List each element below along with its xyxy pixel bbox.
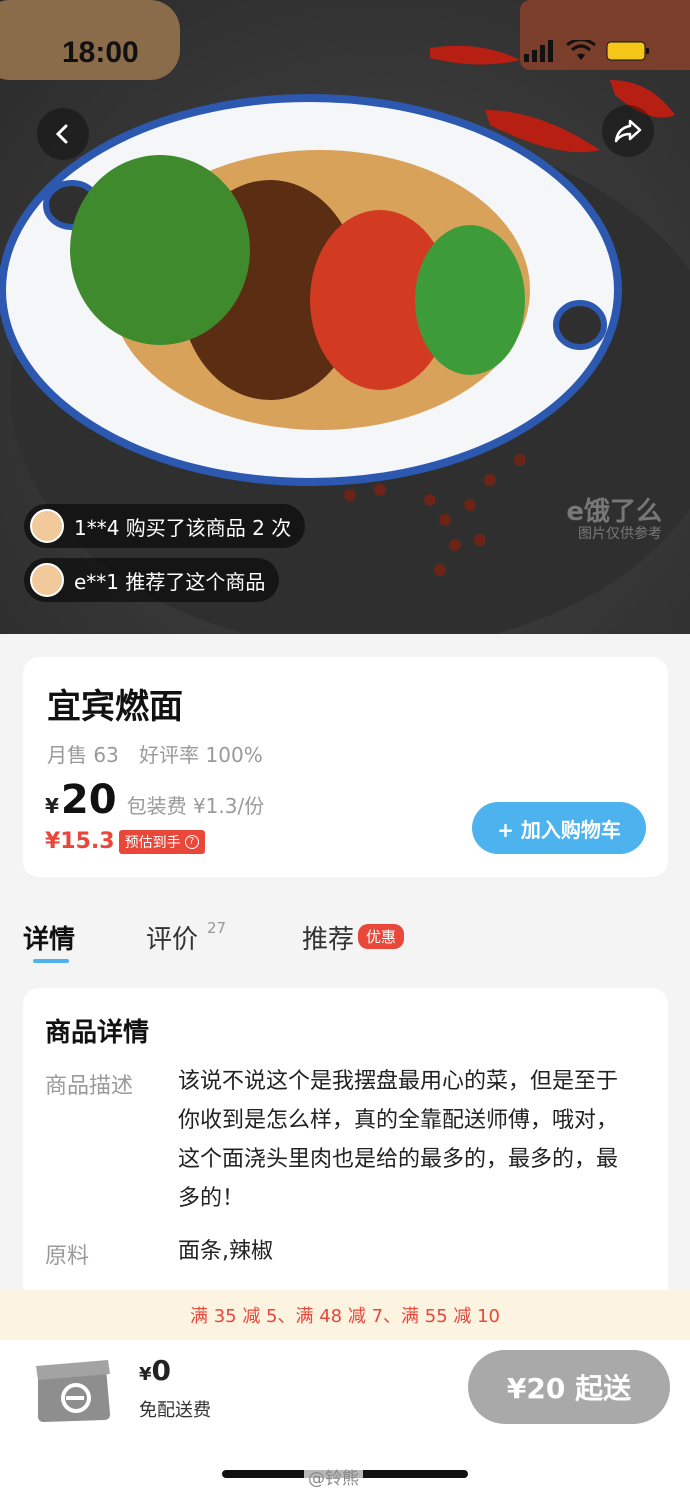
price-row: ¥ 20 包装费 ¥1.3/份 — [45, 777, 264, 823]
question-icon: ? — [184, 834, 199, 849]
monthly-sales: 月售 63 — [47, 743, 119, 767]
cart-total-value: 0 — [151, 1354, 172, 1387]
status-time: 18:00 — [62, 36, 139, 69]
description-value: 该说不说这个是我摆盘最用心的菜，但是至于你收到是怎么样，真的全靠配送师傅，哦对，… — [178, 1069, 619, 1211]
back-button[interactable] — [37, 108, 89, 160]
signal-icon — [524, 40, 556, 66]
tab-reviews[interactable]: 评价 — [146, 919, 198, 956]
cart-button[interactable] — [32, 1348, 114, 1432]
avatar — [30, 563, 64, 597]
image-watermark: e饿了么 图片仅供参考 — [566, 498, 662, 542]
avatar — [30, 509, 64, 543]
tab-bar: 详情 评价 27 推荐 优惠 — [0, 915, 690, 975]
wifi-icon — [566, 38, 596, 66]
details-title: 商品详情 — [45, 1018, 150, 1048]
product-details-card: 商品详情 商品描述 该说不说这个是我摆盘最用心的菜，但是至于你收到是怎么样，真的… — [23, 988, 668, 1308]
active-tab-indicator — [33, 959, 69, 963]
tab-detail[interactable]: 详情 — [23, 919, 75, 956]
description-label: 商品描述 — [45, 1074, 134, 1099]
packing-fee: 包装费 ¥1.3/份 — [126, 794, 265, 818]
estimated-tag[interactable]: 预估到手 ? — [118, 829, 205, 854]
watermark-sub: 图片仅供参考 — [578, 525, 662, 542]
social-proof-text: 1**4 购买了该商品 2 次 — [74, 515, 292, 540]
min-order-button[interactable]: ¥20 起送 — [468, 1350, 670, 1424]
cart-bar: ¥ 0 免配送费 ¥20 起送 @铃熊 — [0, 1340, 690, 1494]
product-info-card: 宜宾燃面 月售 63 好评率 100% ¥ 20 包装费 ¥1.3/份 ¥15.… — [23, 657, 668, 877]
status-icons — [524, 38, 650, 66]
estimated-label: 预估到手 — [124, 834, 181, 851]
tab-recommend[interactable]: 推荐 — [302, 919, 354, 956]
watermark-main: e饿了么 — [566, 497, 662, 527]
cart-box-icon — [36, 1360, 110, 1422]
cart-total: ¥ 0 — [139, 1354, 171, 1387]
chevron-left-icon — [55, 124, 68, 144]
estimated-price-row: ¥15.3 预估到手 ? — [45, 829, 205, 854]
ingredients-value: 面条,辣椒 — [178, 1239, 273, 1264]
product-title: 宜宾燃面 — [47, 687, 183, 727]
cart-currency: ¥ — [139, 1364, 152, 1385]
share-button[interactable] — [602, 105, 654, 157]
promo-bar: 满 35 减 5、满 48 减 7、满 55 减 10 — [0, 1290, 690, 1340]
share-icon — [614, 119, 642, 143]
currency-symbol: ¥ — [45, 794, 59, 818]
rating: 好评率 100% — [139, 743, 263, 767]
sales-info: 月售 63 好评率 100% — [47, 739, 263, 768]
product-hero-image: 18:00 1**4 购买了该商品 2 次 e**1 推荐了这个商品 e饿了么 … — [0, 0, 690, 634]
reviews-count: 27 — [207, 919, 227, 937]
ingredients-label: 原料 — [45, 1244, 90, 1269]
social-proof-purchase: 1**4 购买了该商品 2 次 — [24, 504, 306, 548]
add-to-cart-button[interactable]: + 加入购物车 — [472, 802, 646, 854]
weibo-watermark: @铃熊 — [304, 1464, 363, 1489]
social-proof-text: e**1 推荐了这个商品 — [74, 569, 266, 594]
product-price: 20 — [60, 777, 117, 823]
battery-icon — [606, 40, 650, 66]
delivery-fee: 免配送费 — [139, 1400, 211, 1421]
social-proof-recommend: e**1 推荐了这个商品 — [24, 558, 280, 602]
estimated-price: ¥15.3 — [45, 829, 115, 854]
discount-badge: 优惠 — [358, 924, 405, 949]
